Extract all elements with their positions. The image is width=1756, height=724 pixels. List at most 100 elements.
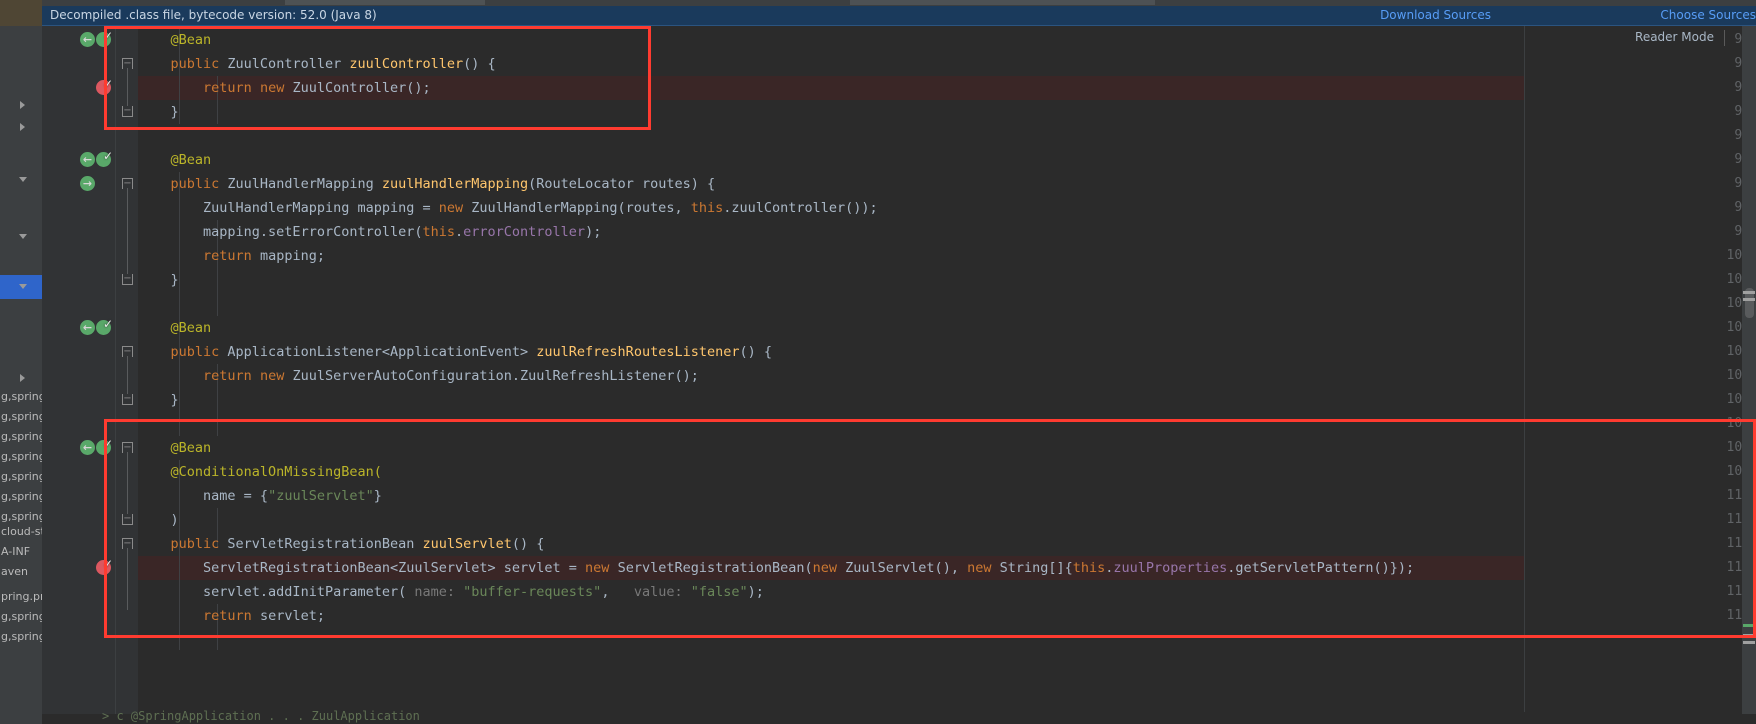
- chevron-down-icon[interactable]: [19, 177, 27, 186]
- chevron-right-icon[interactable]: [20, 374, 25, 382]
- code-token-fld: errorController: [463, 224, 586, 240]
- check-icon: ✓: [103, 437, 114, 451]
- chevron-down-icon[interactable]: [19, 284, 27, 293]
- code-line[interactable]: return new ZuulController();: [138, 76, 431, 100]
- error-stripe-mark[interactable]: [1743, 641, 1755, 644]
- code-line[interactable]: public ZuulController zuulController() {: [138, 52, 496, 76]
- error-stripe-mark[interactable]: [1743, 298, 1755, 301]
- code-token-plain: mapping.setErrorController(: [203, 224, 423, 240]
- sidebar-item-3[interactable]: [0, 225, 42, 249]
- download-sources-link[interactable]: Download Sources: [1380, 6, 1491, 25]
- code-editor[interactable]: Reader Mode 91←✓9293✓949596←✓97→98991001…: [42, 26, 1756, 724]
- fold-region-line: [127, 188, 128, 274]
- code-line[interactable]: @Bean: [138, 28, 212, 52]
- code-line[interactable]: @Bean: [138, 316, 212, 340]
- code-token-typ: ZuulHandlerMapping: [227, 176, 382, 192]
- implemented-check-icon[interactable]: ✓: [96, 29, 114, 47]
- gutter-row: 91←✓: [42, 28, 1756, 52]
- chevron-down-icon[interactable]: [19, 234, 27, 243]
- code-line[interactable]: ): [138, 508, 179, 532]
- gutter-row: 102: [42, 292, 1756, 316]
- chevron-right-icon[interactable]: [20, 101, 25, 109]
- code-line[interactable]: servlet.addInitParameter( name: "buffer-…: [138, 580, 764, 604]
- code-line[interactable]: ServletRegistrationBean<ZuulServlet> ser…: [138, 556, 1414, 580]
- code-token-kw: this: [422, 224, 455, 240]
- fold-end-marker[interactable]: −: [122, 274, 133, 285]
- code-token-plain: name = {: [203, 488, 269, 504]
- sidebar-item-15[interactable]: aven: [0, 560, 42, 584]
- code-line[interactable]: }: [138, 388, 179, 412]
- code-line[interactable]: @Bean: [138, 148, 212, 172]
- code-line[interactable]: @ConditionalOnMissingBean(: [138, 460, 382, 484]
- code-line[interactable]: }: [138, 268, 179, 292]
- code-token-str: "buffer-requests": [463, 584, 602, 600]
- code-token-kw: new: [812, 560, 846, 576]
- fold-region-line: [127, 452, 128, 514]
- code-token-kw: new: [259, 368, 293, 384]
- fold-end-marker[interactable]: −: [122, 106, 133, 117]
- project-tree-sidebar[interactable]: g,spring g,spring g,spring g,spring g,spring…: [0, 0, 42, 724]
- implementing-method-icon[interactable]: →: [80, 176, 95, 191]
- breakpoint-verified-icon[interactable]: ✓: [96, 558, 113, 575]
- bottom-panel-text: > c @SpringApplication . . . ZuulApplica…: [102, 709, 420, 723]
- code-token-kw: public: [170, 56, 228, 72]
- code-line[interactable]: @Bean: [138, 436, 212, 460]
- error-stripe-column[interactable]: [1742, 26, 1756, 724]
- code-line[interactable]: return servlet;: [138, 604, 325, 628]
- editor-tab-ghost-2[interactable]: [850, 0, 1155, 5]
- code-token-kw: return: [203, 608, 260, 624]
- gutter-row: 101: [42, 268, 1756, 292]
- implemented-check-icon[interactable]: ✓: [96, 150, 113, 167]
- code-line[interactable]: return mapping;: [138, 244, 325, 268]
- code-line[interactable]: public ServletRegistrationBean zuulServl…: [138, 532, 545, 556]
- code-line[interactable]: public ApplicationListener<ApplicationEv…: [138, 340, 772, 364]
- code-token-plain: mapping;: [259, 248, 325, 264]
- error-stripe-mark[interactable]: [1743, 624, 1755, 627]
- fold-end-marker[interactable]: −: [122, 394, 133, 405]
- sidebar-item-18[interactable]: g,spring: [0, 625, 42, 649]
- fold-end-marker[interactable]: −: [122, 514, 133, 525]
- sidebar-item-1[interactable]: [0, 117, 42, 141]
- sidebar-item-0[interactable]: [0, 95, 42, 119]
- code-token-plain: .zuulController());: [723, 200, 878, 216]
- code-token-plain: String[]{: [999, 560, 1073, 576]
- code-token-mth: zuulController: [349, 56, 464, 72]
- implemented-check-icon[interactable]: ✓: [96, 437, 114, 455]
- override-method-icon[interactable]: ←: [80, 32, 95, 47]
- code-token-ann: @Bean: [170, 32, 212, 48]
- code-token-typ: ZuulServerAutoConfiguration.ZuulRefreshL…: [292, 368, 699, 384]
- override-method-icon[interactable]: ←: [80, 440, 95, 455]
- chevron-right-icon[interactable]: [20, 123, 25, 131]
- breakpoint-verified-icon[interactable]: ✓: [96, 77, 114, 95]
- code-token-typ: ServletRegistrationBean: [227, 536, 423, 552]
- code-line[interactable]: }: [138, 100, 179, 124]
- choose-sources-link[interactable]: Choose Sources: [1660, 6, 1756, 25]
- error-stripe-mark[interactable]: [1743, 291, 1755, 294]
- code-line[interactable]: return new ZuulServerAutoConfiguration.Z…: [138, 364, 699, 388]
- gutter-row: 103 ← ✓: [42, 316, 1756, 340]
- editor-tab-ghost-1[interactable]: [285, 0, 485, 5]
- code-line[interactable]: name = {"zuulServlet"}: [138, 484, 382, 508]
- code-line[interactable]: mapping.setErrorController(this.errorCon…: [138, 220, 601, 244]
- arrow-left-glyph: ←: [82, 153, 93, 166]
- code-line[interactable]: ZuulHandlerMapping mapping = new ZuulHan…: [138, 196, 878, 220]
- error-stripe-mark[interactable]: [1743, 634, 1755, 637]
- implemented-check-icon[interactable]: ✓: [96, 317, 114, 335]
- sidebar-item-2[interactable]: [0, 168, 42, 192]
- check-icon: ✓: [103, 77, 114, 91]
- override-method-icon[interactable]: ←: [80, 320, 95, 335]
- override-method-icon[interactable]: ←: [80, 152, 95, 167]
- check-icon: ✓: [103, 29, 114, 43]
- sidebar-item-4[interactable]: [0, 275, 42, 299]
- code-token-plain: servlet.addInitParameter(: [203, 584, 415, 600]
- code-line[interactable]: public ZuulHandlerMapping zuulHandlerMap…: [138, 172, 716, 196]
- check-icon: ✓: [103, 317, 114, 331]
